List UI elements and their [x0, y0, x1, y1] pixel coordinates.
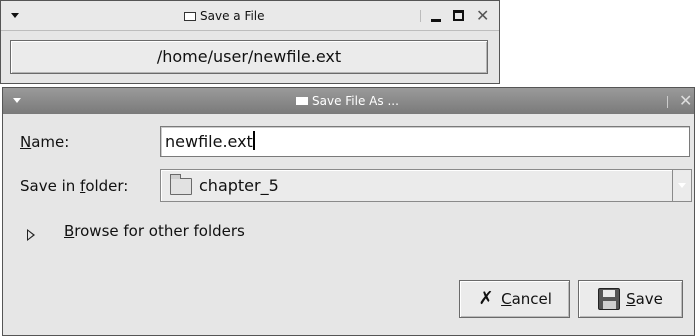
window-title: Save a File [184, 9, 265, 23]
folder-combo-box[interactable]: chapter_5 [160, 169, 692, 202]
window-menu-icon[interactable] [13, 98, 21, 103]
cancel-mnemonic: C [501, 290, 512, 308]
window-icon [184, 11, 196, 21]
dialog-title: Save File As ... [296, 94, 399, 108]
name-input-value: newfile.ext [165, 132, 253, 151]
floppy-disk-icon [598, 288, 621, 310]
titlebar-separator [667, 96, 668, 108]
cancel-button[interactable]: ✗ Cancel [459, 280, 570, 318]
save-label: Save [626, 290, 663, 308]
window-icon [296, 97, 308, 105]
combo-dropdown-button[interactable] [672, 170, 691, 201]
close-icon[interactable]: ✕ [679, 93, 692, 109]
expander-arrow-icon[interactable] [27, 229, 35, 241]
dialog-title-text: Save File As ... [312, 94, 399, 108]
save-label-rest: ave [635, 290, 663, 308]
maximize-icon[interactable] [453, 10, 464, 21]
folder-name: chapter_5 [199, 176, 279, 195]
file-path-button[interactable]: /home/user/newfile.ext [10, 40, 488, 74]
name-label-mnemonic: N [20, 133, 32, 151]
save-button[interactable]: Save [578, 280, 683, 318]
save-in-folder-label: Save in folder: [20, 177, 128, 195]
folder-label-prefix: Save in [20, 177, 81, 195]
folder-icon [170, 174, 192, 195]
titlebar-separator [420, 10, 421, 22]
name-label-rest: ame: [31, 133, 70, 151]
save-mnemonic: S [626, 290, 636, 308]
titlebar[interactable]: Save a File ✕ [1, 1, 499, 31]
name-input[interactable]: newfile.ext [160, 126, 690, 157]
close-icon[interactable]: ✕ [476, 8, 489, 24]
text-caret [252, 131, 255, 150]
minimize-icon[interactable] [431, 19, 441, 22]
folder-label-rest: older: [85, 177, 129, 195]
cancel-x-icon: ✗ [478, 288, 494, 309]
save-file-as-dialog: Save File As ... ✕ Name: newfile.ext Sav… [2, 87, 695, 336]
save-a-file-window: Save a File ✕ /home/user/newfile.ext [0, 0, 500, 84]
cancel-label-rest: ancel [511, 290, 552, 308]
browse-folders-expander[interactable]: Browse for other folders [64, 222, 245, 240]
chevron-down-icon [678, 183, 686, 188]
cancel-label: Cancel [501, 290, 552, 308]
name-label: Name: [20, 133, 69, 151]
window-menu-icon[interactable] [11, 13, 19, 18]
window-title-text: Save a File [200, 9, 265, 23]
titlebar[interactable]: Save File As ... ✕ [3, 88, 694, 114]
browse-label-rest: rowse for other folders [74, 222, 245, 240]
browse-mnemonic: B [64, 222, 75, 240]
